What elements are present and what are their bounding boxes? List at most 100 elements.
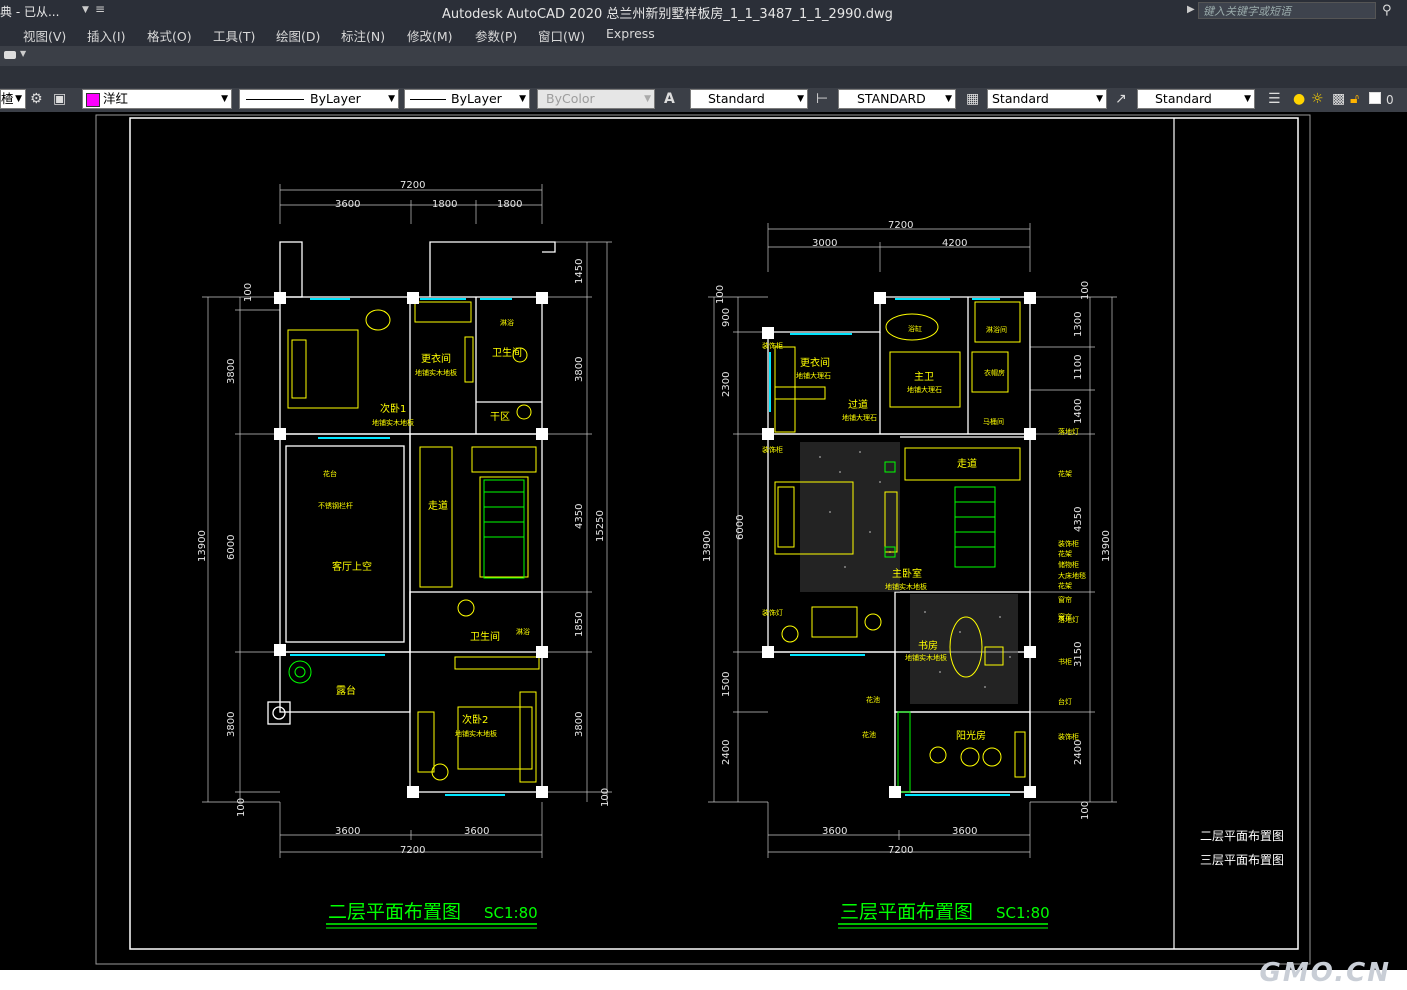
layer-match-icon[interactable]: ▣ xyxy=(53,91,66,107)
menu-dimension[interactable]: 标注(N) xyxy=(341,26,385,45)
file-tab-icon[interactable] xyxy=(4,51,16,59)
search-expand-icon[interactable]: ▶ xyxy=(1187,4,1195,15)
room-label: 客厅上空 xyxy=(332,560,372,573)
table-style-label: Standard xyxy=(992,91,1049,106)
room-label: 书房 xyxy=(918,639,938,652)
linetype-dropdown[interactable]: ByLayer ▼ xyxy=(239,89,399,109)
linetype-label: ByLayer xyxy=(310,91,361,106)
layer-dropdown[interactable]: 楂 ▼ xyxy=(0,89,26,109)
dim-style-dropdown[interactable]: STANDARD ▼ xyxy=(838,89,956,109)
legend-item: 三层平面布置图 xyxy=(1200,853,1284,867)
annotation-label: 装饰柜 xyxy=(1058,732,1079,741)
dim-label: 7200 xyxy=(888,845,913,856)
dim-label: 3600 xyxy=(464,826,489,837)
layer-properties-icon[interactable]: ☰ xyxy=(1268,91,1281,107)
dim-label: 100 xyxy=(1080,281,1091,300)
room-label: 马桶间 xyxy=(983,417,1004,426)
color-dropdown[interactable]: 洋红 ▼ xyxy=(82,89,232,109)
chevron-down-icon[interactable]: ▼ xyxy=(945,90,952,108)
dim-label: 4350 xyxy=(574,504,585,529)
lineweight-dropdown[interactable]: ByLayer ▼ xyxy=(404,89,530,109)
gear-icon[interactable]: ⚙ xyxy=(30,91,43,107)
dim-label: 7200 xyxy=(400,180,425,191)
status-bar: GMO.CN xyxy=(0,958,1407,990)
annotation-label: 花台 xyxy=(323,469,337,478)
plan-third-floor: 7200 3000 4200 3600 3600 7200 100 900 23… xyxy=(702,220,1117,929)
room-label: 地铺实木地板 xyxy=(455,729,497,738)
dim-label: 100 xyxy=(243,283,254,302)
annotation-label: 淋浴 xyxy=(516,627,530,636)
mleader-style-dropdown[interactable]: Standard ▼ xyxy=(1137,89,1255,109)
dim-label: 2300 xyxy=(721,372,732,397)
binoculars-icon[interactable]: ⚲ xyxy=(1382,3,1392,18)
menu-parametric[interactable]: 参数(P) xyxy=(475,26,517,45)
dim-label: 100 xyxy=(1080,801,1091,820)
dim-label: 4350 xyxy=(1073,507,1084,532)
layer-color-swatch[interactable] xyxy=(1369,92,1381,104)
tab-strip: ▼ xyxy=(0,46,1407,66)
dim-label: 3600 xyxy=(335,826,360,837)
menu-modify[interactable]: 修改(M) xyxy=(407,26,453,45)
menu-format[interactable]: 格式(O) xyxy=(147,26,192,45)
annotation-label: 淋浴 xyxy=(500,318,514,327)
dim-label: 3150 xyxy=(1073,642,1084,667)
freeze-icon[interactable]: ▩ xyxy=(1332,91,1345,107)
menu-window[interactable]: 窗口(W) xyxy=(538,26,585,45)
room-label: 走道 xyxy=(428,499,448,512)
text-style-icon[interactable]: A xyxy=(664,91,675,107)
chevron-down-icon[interactable]: ▼ xyxy=(20,49,26,58)
multileader-style-icon[interactable]: ↗ xyxy=(1115,91,1127,107)
room-label: 地铺实木地板 xyxy=(415,368,457,377)
annotation-label: 花池 xyxy=(862,730,876,739)
dim-label: 1500 xyxy=(721,672,732,697)
dim-label: 13900 xyxy=(197,530,208,562)
window-title: Autodesk AutoCAD 2020 总兰州新别墅样板房_1_1_3487… xyxy=(442,7,893,22)
room-label: 地铺大理石 xyxy=(842,413,877,422)
text-style-dropdown[interactable]: Standard ▼ xyxy=(690,89,808,109)
lightbulb-icon[interactable]: ● xyxy=(1293,91,1305,107)
chevron-down-icon[interactable]: ▼ xyxy=(1096,90,1103,108)
room-label: 干区 xyxy=(490,411,510,423)
chevron-down-icon[interactable]: ▼ xyxy=(1244,90,1251,108)
menu-express[interactable]: Express xyxy=(606,26,655,41)
dim-label: 3800 xyxy=(226,359,237,384)
room-label: 更衣间 xyxy=(800,356,830,369)
room-label: 衣帽房 xyxy=(984,368,1005,377)
lineweight-label: ByLayer xyxy=(451,91,502,106)
dim-label: 4200 xyxy=(942,238,967,249)
dim-label: 100 xyxy=(600,788,611,807)
dim-label: 6000 xyxy=(735,515,746,540)
dim-style-icon[interactable]: ⊢ xyxy=(816,91,828,107)
lock-icon[interactable]: 🔓︎ xyxy=(1350,91,1359,107)
chevron-down-icon[interactable]: ▼ xyxy=(519,90,526,108)
chevron-down-icon[interactable]: ▼ xyxy=(15,90,22,108)
annotation-label: 不锈钢栏杆 xyxy=(318,501,353,510)
dim-label: 6000 xyxy=(226,535,237,560)
chevron-down-icon[interactable]: ▼ xyxy=(221,90,228,108)
room-label: 走道 xyxy=(957,457,977,470)
dim-label: 3800 xyxy=(574,357,585,382)
chevron-down-icon[interactable]: ▼ xyxy=(388,90,395,108)
chevron-down-icon[interactable]: ▼ xyxy=(797,90,804,108)
annotation-label: 花架 xyxy=(1058,549,1072,558)
menu-draw[interactable]: 绘图(D) xyxy=(276,26,320,45)
help-search-input[interactable]: 键入关键字或短语 xyxy=(1198,2,1376,19)
room-label: 阳光房 xyxy=(956,729,986,742)
dim-label: 3800 xyxy=(574,712,585,737)
table-style-dropdown[interactable]: Standard ▼ xyxy=(987,89,1107,109)
menu-tools[interactable]: 工具(T) xyxy=(213,26,255,45)
annotation-label: 装饰柜 xyxy=(1058,539,1079,548)
sun-icon[interactable]: ☼ xyxy=(1311,91,1324,107)
workspace-label[interactable]: 典 - 已从... xyxy=(0,3,59,20)
drawing-canvas[interactable]: 7200 3600 1800 1800 3600 3600 7200 100 3… xyxy=(0,112,1407,970)
table-style-icon[interactable]: ▦ xyxy=(966,91,979,107)
plan-scale: SC1:80 xyxy=(996,904,1050,922)
room-label: 浴缸 xyxy=(908,324,922,333)
menu-bar: 视图(V) 插入(I) 格式(O) 工具(T) 绘图(D) 标注(N) 修改(M… xyxy=(0,22,1407,46)
chevron-down-icon[interactable]: ▼ xyxy=(82,5,89,15)
menu-view[interactable]: 视图(V) xyxy=(23,26,66,45)
dim-label: 1850 xyxy=(574,612,585,637)
quick-access-icon[interactable]: ≡ xyxy=(95,2,105,16)
room-label: 过道 xyxy=(848,398,868,411)
menu-insert[interactable]: 插入(I) xyxy=(87,26,125,45)
